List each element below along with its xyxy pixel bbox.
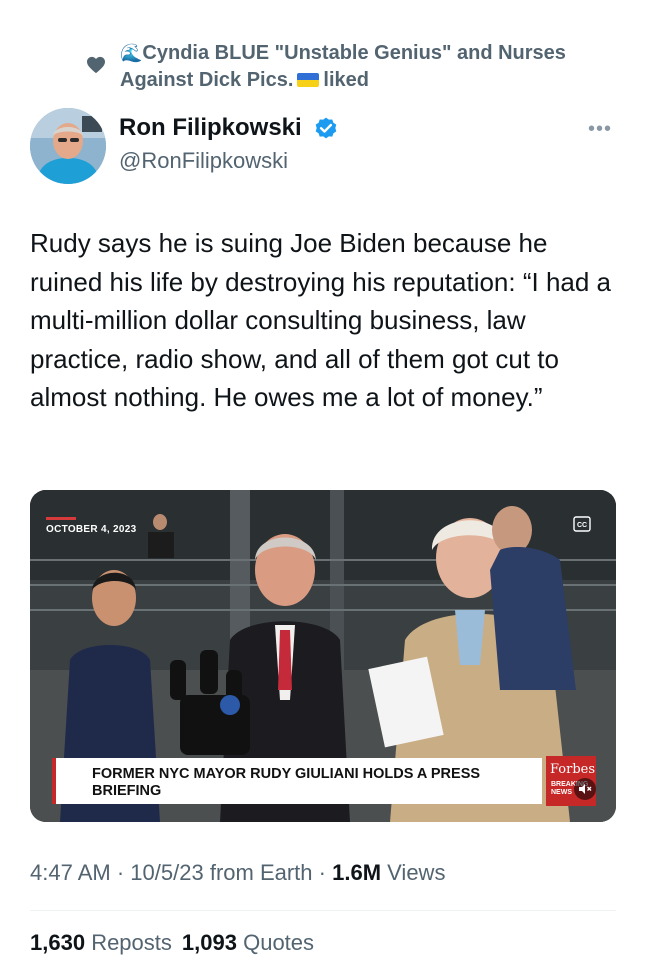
tweet-date[interactable]: 10/5/23 xyxy=(130,860,203,885)
brand-logo: Forbes xyxy=(550,762,596,777)
quotes-stat[interactable]: 1,093 Quotes xyxy=(182,930,314,955)
svg-text:CC: CC xyxy=(577,522,587,529)
lower-third-accent xyxy=(52,758,56,804)
reposts-stat[interactable]: 1,630 Reposts xyxy=(30,930,172,955)
meta-separator: · xyxy=(318,860,326,885)
speaker-muted-icon[interactable] xyxy=(574,778,596,800)
divider xyxy=(30,910,616,911)
quotes-count: 1,093 xyxy=(181,930,237,955)
reposts-count: 1,630 xyxy=(30,930,86,955)
news-headline: FORMER NYC MAYOR RUDY GIULIANI HOLDS A P… xyxy=(92,766,481,799)
engagement-stats: 1,630 Reposts 1,093 Quotes xyxy=(30,930,314,956)
verified-badge-icon xyxy=(315,117,337,139)
water-wave-emoji: 🌊 xyxy=(120,43,143,63)
video-date-tag: OCTOBER 4, 2023 xyxy=(46,524,137,535)
news-lower-third: FORMER NYC MAYOR RUDY GIULIANI HOLDS A P… xyxy=(52,758,542,804)
quotes-label: Quotes xyxy=(243,930,315,955)
author-display-name[interactable]: Ron Filipkowski xyxy=(119,114,302,142)
views-label: Views xyxy=(387,860,446,885)
reposts-label: Reposts xyxy=(91,930,172,955)
brand-subtitle: BREAKING NEWS xyxy=(551,781,589,796)
video-player[interactable]: OCTOBER 4, 2023 CC FORMER NYC MAYOR RUDY… xyxy=(30,490,616,822)
date-tag-accent xyxy=(46,517,76,520)
more-options-icon[interactable]: ••• xyxy=(588,118,612,141)
ukraine-flag-emoji xyxy=(297,73,320,87)
author-handle[interactable]: @RonFilipkowski xyxy=(119,148,288,174)
tweet-meta: 4:47 AM · 10/5/23 from Earth · 1.6M View… xyxy=(30,860,445,886)
tweet-source: from Earth xyxy=(209,860,313,885)
tweet-text: Rudy says he is suing Joe Biden because … xyxy=(30,228,612,412)
avatar[interactable] xyxy=(30,108,106,184)
liked-label: liked xyxy=(323,69,369,91)
views-count: 1.6M xyxy=(332,860,382,885)
tweet-time[interactable]: 4:47 AM xyxy=(30,860,111,885)
heart-icon xyxy=(87,56,105,74)
social-context-text[interactable]: 🌊Cyndia BLUE "Unstable Genius" and Nurse… xyxy=(120,40,630,94)
captions-icon[interactable]: CC xyxy=(573,516,591,532)
meta-separator: · xyxy=(116,860,125,885)
